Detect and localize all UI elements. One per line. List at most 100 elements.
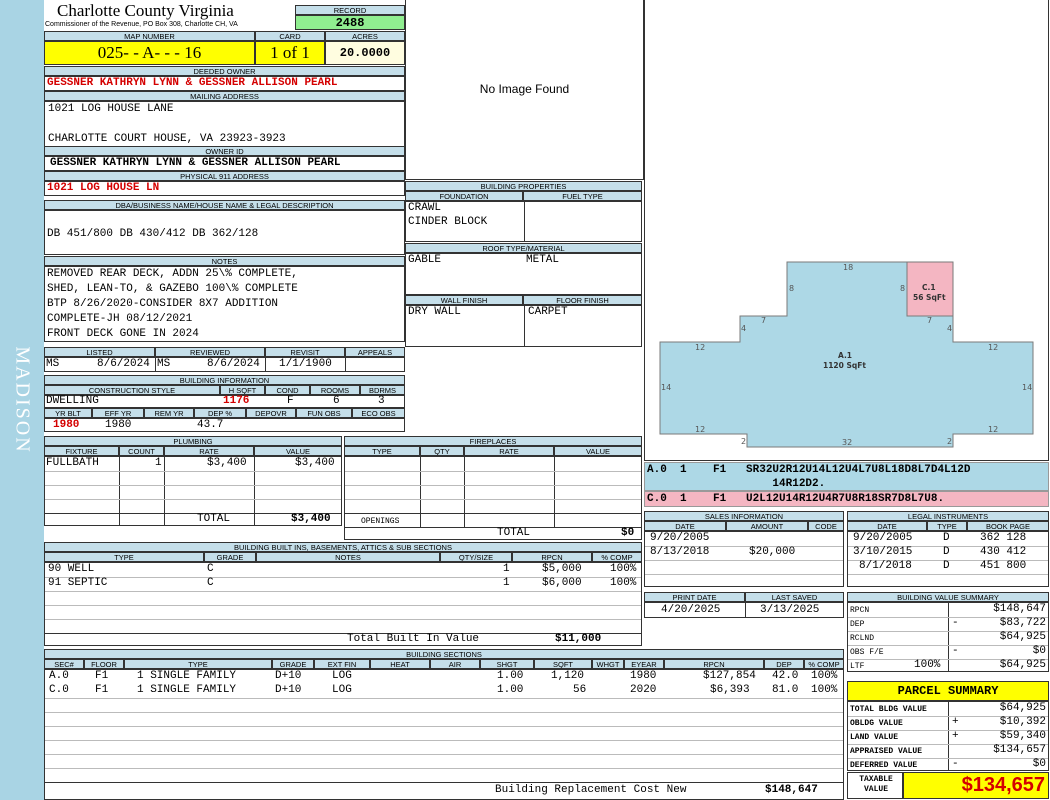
mailing-label: MAILING ADDRESS <box>44 91 405 101</box>
builtins-header: % COMP <box>592 552 642 562</box>
bvs-key: DEP <box>850 620 865 629</box>
fireplace-header: QTY <box>420 446 464 456</box>
legal-header: TYPE <box>927 521 967 531</box>
wall-finish: DRY WALL <box>408 306 461 318</box>
sec-header: EXT FIN <box>314 659 370 669</box>
owner-id-label: OWNER ID <box>44 146 405 156</box>
taxable-value: $134,657 <box>903 772 1049 799</box>
sketch-dim: 2 <box>947 437 952 446</box>
print-date: 4/20/2025 <box>661 604 721 616</box>
sketch-dim: 8 <box>900 284 905 293</box>
sec-dep: 42.0 <box>772 670 799 682</box>
sec-header: HEAT <box>370 659 430 669</box>
sec-header: TYPE <box>124 659 272 669</box>
appeals-label: APPEALS <box>345 347 405 357</box>
note-line: COMPLETE-JH 08/12/2021 <box>47 313 193 325</box>
builtin-rpcn: $6,000 <box>542 577 582 589</box>
deeded-owner-label: DEEDED OWNER <box>44 66 405 76</box>
sec-floor: F1 <box>95 670 109 682</box>
builtin-comp: 100% <box>610 577 637 589</box>
sec-id: A.0 <box>49 670 69 682</box>
construction-style: DWELLING <box>46 395 99 407</box>
reviewed-by: MS <box>157 358 171 370</box>
builtins-total-label: Total Built In Value <box>347 633 480 645</box>
legal-body: 9/20/2005 D 362 128 3/10/2015 D 430 412 … <box>847 531 1049 587</box>
owner-id-box: GESSNER KATHRYN LYNN & GESSNER ALLISON P… <box>44 156 405 171</box>
parcel-sign: - <box>952 758 959 770</box>
sec-shgt: 1.00 <box>497 684 524 696</box>
bi-row1: DWELLING 1176 F 6 3 <box>44 395 405 408</box>
rooms: 6 <box>333 395 340 407</box>
county-name: Charlotte County Virginia <box>57 1 234 20</box>
plumbing-label: PLUMBING <box>44 436 342 446</box>
bvs-percent: 100% <box>914 659 941 671</box>
sale-date: 9/20/2005 <box>650 532 710 544</box>
bi-header: BDRMS <box>360 385 405 395</box>
sec-rpcn: $6,393 <box>710 684 750 696</box>
notes-label: NOTES <box>44 256 405 266</box>
parcel-value: $59,340 <box>999 730 1046 742</box>
legal-label: LEGAL INSTRUMENTS <box>847 511 1049 521</box>
plumbing-total-label: TOTAL <box>197 513 231 525</box>
finish-box: DRY WALL CARPET <box>405 305 642 347</box>
floor-finish: CARPET <box>528 306 568 318</box>
sketch-dim: 7 <box>761 316 766 325</box>
legal-desc: DB 451/800 DB 430/412 DB 362/128 <box>47 228 259 240</box>
building-props-label: BUILDING PROPERTIES <box>405 181 642 191</box>
taxable-label-box: TAXABLE VALUE <box>847 772 903 799</box>
listed-row: MS 8/6/2024 MS 8/6/2024 1/1/1900 <box>44 357 405 372</box>
fireplace-header: TYPE <box>344 446 420 456</box>
legal-date: 3/10/2015 <box>853 546 913 558</box>
revisit-label: REVISIT <box>265 347 345 357</box>
physical-address: 1021 LOG HOUSE LN <box>47 182 160 194</box>
roof-label: ROOF TYPE/MATERIAL <box>405 243 642 253</box>
plumbing-fixture: FULLBATH <box>46 457 99 469</box>
section-c-area: 56 SqFt <box>913 293 946 302</box>
acres-label: ACRES <box>325 31 405 41</box>
legal-header: BOOK PAGE <box>967 521 1049 531</box>
district-label: MADISON <box>11 346 34 454</box>
bi-header2: REM YR <box>144 408 194 418</box>
builtin-type: 90 WELL <box>48 563 95 575</box>
plumbing-header: VALUE <box>254 446 342 456</box>
sketch-dim: 12 <box>988 425 998 434</box>
deeded-owner: GESSNER KATHRYN LYNN & GESSNER ALLISON P… <box>47 77 338 89</box>
map-number-label: MAP NUMBER <box>44 31 255 41</box>
foundation-line: CINDER BLOCK <box>408 216 488 228</box>
fireplaces-label: FIREPLACES <box>344 436 642 446</box>
legal-date: 8/1/2018 <box>859 560 912 572</box>
bi-header2: FUN OBS <box>296 408 352 418</box>
sections-label: BUILDING SECTIONS <box>44 649 844 659</box>
builtin-comp: 100% <box>610 563 637 575</box>
notes-box: REMOVED REAR DECK, ADDN 25\% COMPLETE, S… <box>44 266 405 342</box>
sec-header: GRADE <box>272 659 314 669</box>
physical-label: PHYSICAL 911 ADDRESS <box>44 171 405 181</box>
bi-header: COND <box>265 385 310 395</box>
sketch-dim: 14 <box>661 383 671 392</box>
builtins-total: $11,000 <box>555 633 602 645</box>
sketch-dim: 7 <box>927 316 932 325</box>
roof-material: METAL <box>526 254 560 266</box>
legal-header: DATE <box>847 521 927 531</box>
sec-sqft: 56 <box>573 684 587 696</box>
listed-date: 8/6/2024 <box>97 358 150 370</box>
owner-id: GESSNER KATHRYN LYNN & GESSNER ALLISON P… <box>50 157 341 169</box>
parcel-key: APPRAISED VALUE <box>850 747 923 756</box>
county-subtitle: Commissioner of the Revenue, PO Box 308,… <box>45 21 238 28</box>
foundation-box: CRAWL CINDER BLOCK <box>405 201 642 242</box>
listed-label: LISTED <box>44 347 155 357</box>
builtins-header: TYPE <box>44 552 204 562</box>
sec-comp: 100% <box>811 684 838 696</box>
note-line: FRONT DECK GONE IN 2024 <box>47 328 199 340</box>
bvs-key: OBS F/E <box>850 648 884 657</box>
builtins-header: NOTES <box>256 552 440 562</box>
revisit-date: 1/1/1900 <box>279 358 332 370</box>
sec-dep: 81.0 <box>772 684 799 696</box>
sec-eyear: 2020 <box>630 684 657 696</box>
sec-ext: LOG <box>332 670 352 682</box>
builtins-body: 90 WELL C 1 $5,000 100% 91 SEPTIC C 1 $6… <box>44 562 642 646</box>
card-value: 1 of 1 <box>255 41 325 65</box>
parcel-sign: + <box>952 716 959 728</box>
sec-header: SEC# <box>44 659 84 669</box>
bvs-sign: - <box>952 645 959 657</box>
